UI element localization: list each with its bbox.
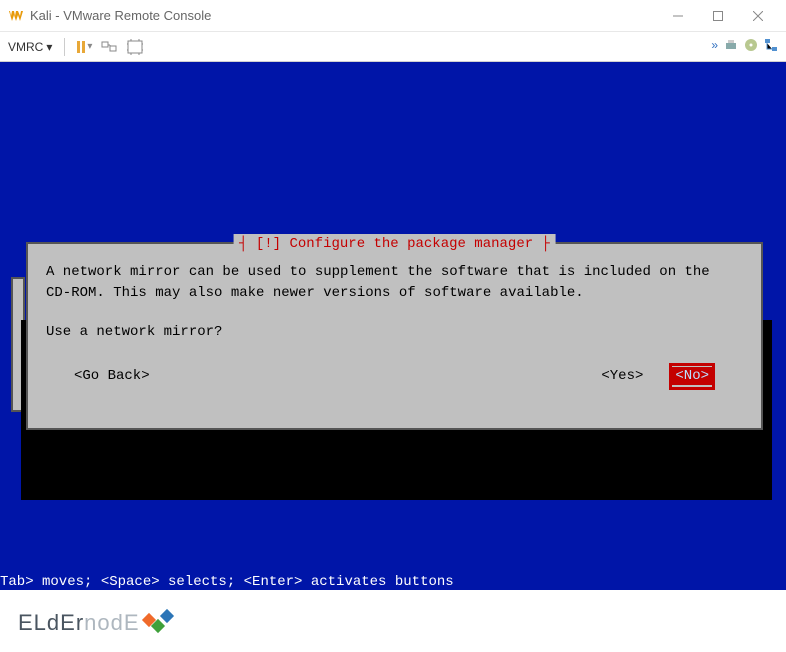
connect-devices-icon[interactable]: » bbox=[711, 38, 718, 55]
dialog-right-buttons: <Yes> <No> bbox=[601, 363, 715, 390]
cd-icon[interactable] bbox=[744, 38, 758, 55]
printer-icon[interactable] bbox=[724, 38, 738, 55]
window-title: Kali - VMware Remote Console bbox=[30, 8, 658, 23]
send-ctrl-alt-del-button[interactable] bbox=[100, 38, 118, 56]
footer-help-text: Tab> moves; <Space> selects; <Enter> act… bbox=[0, 574, 786, 590]
toolbar: VMRC ▾ ▾ » bbox=[0, 32, 786, 62]
titlebar: Kali - VMware Remote Console bbox=[0, 0, 786, 32]
eldernode-watermark: ELdEr nodE bbox=[18, 610, 171, 636]
watermark-text-2: nodE bbox=[84, 610, 139, 636]
window-controls bbox=[658, 2, 778, 30]
close-button[interactable] bbox=[738, 2, 778, 30]
no-button-highlight: <No> bbox=[669, 363, 715, 390]
pause-button[interactable]: ▾ bbox=[77, 41, 92, 53]
chevron-down-icon: ▾ bbox=[46, 40, 52, 54]
pause-icon bbox=[77, 41, 85, 53]
minimize-button[interactable] bbox=[658, 2, 698, 30]
watermark-text-1: ELdEr bbox=[18, 610, 84, 636]
toolbar-separator bbox=[64, 38, 65, 56]
dialog-title: ┤ [!] Configure the package manager ├ bbox=[233, 234, 556, 255]
dialog-button-row: <Go Back> <Yes> <No> bbox=[46, 363, 743, 390]
vm-console-screen[interactable]: ┤ [!] Configure the package manager ├ A … bbox=[0, 62, 786, 590]
vmware-icon bbox=[8, 8, 24, 24]
no-button[interactable]: <No> bbox=[672, 367, 712, 385]
network-icon[interactable] bbox=[764, 38, 778, 55]
vmrc-label: VMRC bbox=[8, 40, 43, 54]
dialog-question: Use a network mirror? bbox=[46, 322, 743, 343]
dialog-body-text: A network mirror can be used to suppleme… bbox=[46, 262, 743, 304]
chevron-down-icon: ▾ bbox=[87, 41, 92, 52]
toolbar-left: VMRC ▾ ▾ bbox=[8, 38, 711, 56]
toolbar-right: » bbox=[711, 38, 778, 55]
vmrc-menu-button[interactable]: VMRC ▾ bbox=[8, 40, 52, 54]
fullscreen-button[interactable] bbox=[126, 38, 144, 56]
go-back-button[interactable]: <Go Back> bbox=[74, 366, 150, 387]
package-manager-dialog: ┤ [!] Configure the package manager ├ A … bbox=[26, 242, 763, 430]
yes-button[interactable]: <Yes> bbox=[601, 366, 643, 387]
maximize-button[interactable] bbox=[698, 2, 738, 30]
watermark-logo-icon bbox=[144, 615, 171, 631]
